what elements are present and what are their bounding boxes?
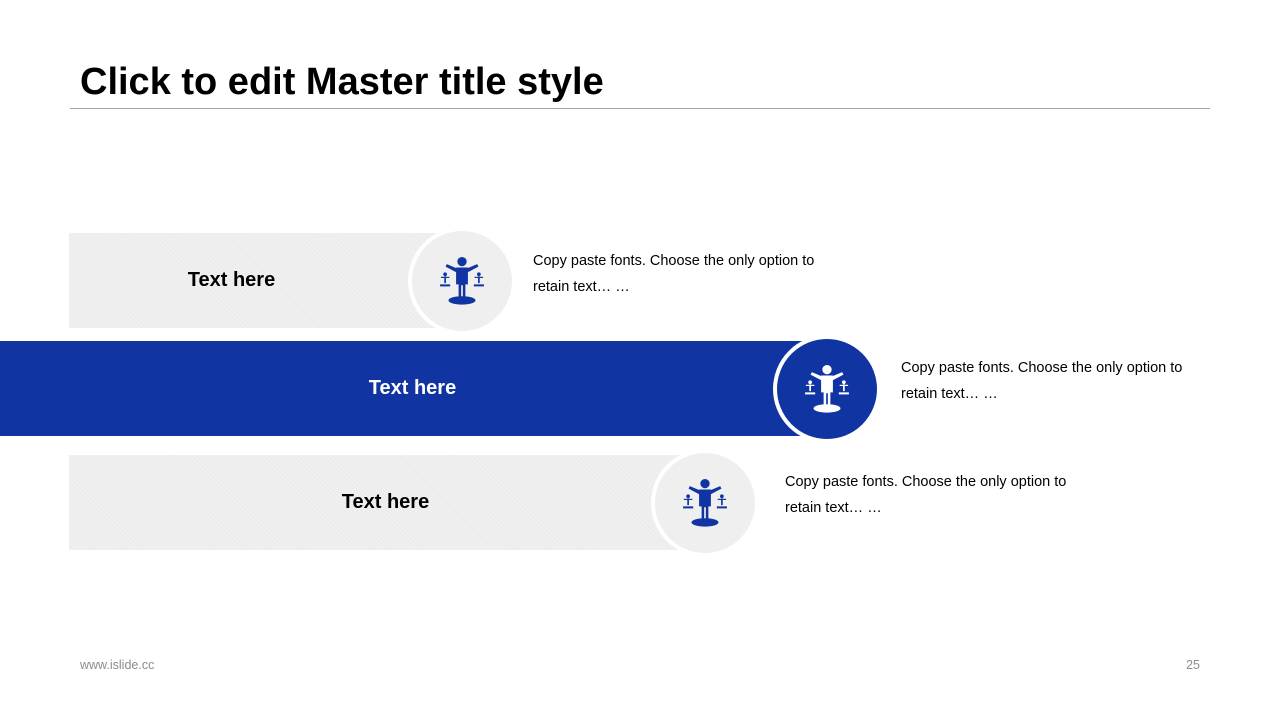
item-bar-2[interactable]: Text here <box>0 341 825 436</box>
page-number: 25 <box>1186 658 1200 672</box>
page-title[interactable]: Click to edit Master title style <box>80 58 604 106</box>
justice-figure-icon <box>440 256 484 305</box>
slide: Click to edit Master title style Text he… <box>0 0 1280 720</box>
item-label-2: Text here <box>368 377 457 399</box>
item-bar-1[interactable]: Text here <box>69 233 454 328</box>
justice-figure-icon <box>805 364 849 413</box>
item-label-1: Text here <box>187 269 276 291</box>
item-label-3: Text here <box>341 491 430 513</box>
item-description-1[interactable]: Copy paste fonts. Choose the only option… <box>533 248 833 300</box>
item-description-3[interactable]: Copy paste fonts. Choose the only option… <box>785 469 1085 521</box>
item-description-2[interactable]: Copy paste fonts. Choose the only option… <box>901 355 1201 407</box>
item-circle-1 <box>408 227 516 335</box>
item-circle-3 <box>651 449 759 557</box>
footer-website: www.islide.cc <box>80 658 155 672</box>
item-circle-2 <box>773 335 881 443</box>
justice-figure-icon <box>683 478 727 527</box>
title-divider <box>70 108 1210 109</box>
item-bar-3[interactable]: Text here <box>69 455 699 550</box>
